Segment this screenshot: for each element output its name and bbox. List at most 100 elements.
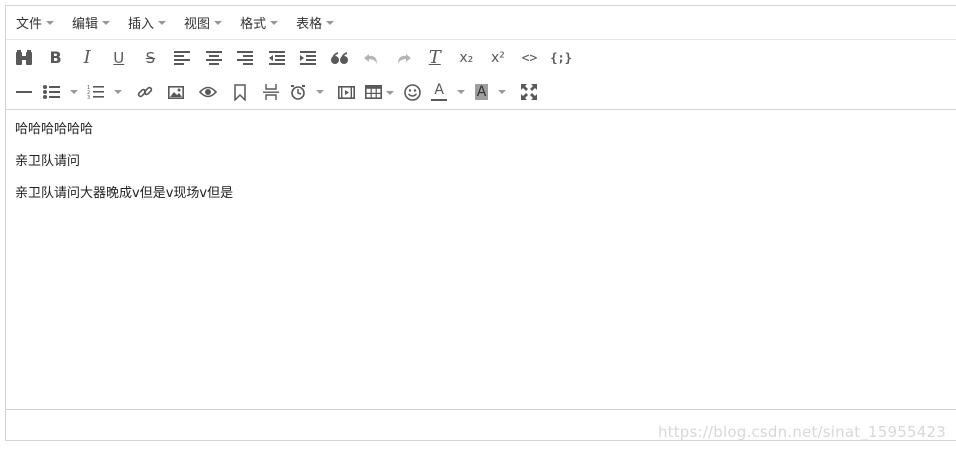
chevron-down-icon <box>214 21 223 25</box>
chevron-down-icon[interactable] <box>315 90 324 94</box>
preview-button[interactable] <box>195 79 221 105</box>
code-icon: <> <box>521 50 538 66</box>
subscript-button[interactable]: x₂ <box>453 45 479 71</box>
blockquote-icon <box>330 51 348 64</box>
menu-file-label: 文件 <box>16 17 43 32</box>
bullet-list-button[interactable] <box>42 79 82 105</box>
align-right-button[interactable] <box>232 45 258 71</box>
code-sample-icon: {;} <box>550 51 572 65</box>
align-center-button[interactable] <box>201 45 227 71</box>
menu-file[interactable]: 文件 <box>10 11 60 35</box>
horizontal-rule-icon <box>16 91 32 93</box>
superscript-button[interactable]: x² <box>485 45 511 71</box>
align-center-icon <box>205 51 222 65</box>
horizontal-rule-button[interactable] <box>11 79 37 105</box>
indent-icon <box>300 51 317 65</box>
undo-icon <box>363 54 377 64</box>
image-icon <box>168 85 185 99</box>
numbered-list-icon: 123 <box>87 85 105 100</box>
fullscreen-button[interactable] <box>516 79 542 105</box>
outdent-icon <box>268 51 285 65</box>
chevron-down-icon[interactable] <box>457 90 466 94</box>
menu-table-label: 表格 <box>296 17 323 32</box>
text-color-button[interactable]: A <box>431 79 469 105</box>
text-color-icon: A <box>434 82 444 98</box>
redo-button[interactable] <box>390 45 416 71</box>
background-color-button[interactable]: A <box>474 79 511 105</box>
menu-insert[interactable]: 插入 <box>122 11 172 35</box>
undo-button[interactable] <box>359 45 385 71</box>
watermark: https://blog.csdn.net/sinat_15955423 <box>657 423 946 441</box>
content-paragraph: 亲卫队请问 <box>15 154 81 169</box>
chevron-down-icon[interactable] <box>114 90 123 94</box>
content-paragraph: 亲卫队请问大器晚成v但是v现场v但是 <box>15 186 234 201</box>
menu-view[interactable]: 视图 <box>178 11 228 35</box>
strikethrough-icon: S <box>145 48 156 67</box>
page-break-icon <box>263 84 280 100</box>
menu-table[interactable]: 表格 <box>290 11 340 35</box>
chevron-down-icon <box>326 21 335 25</box>
svg-text:3: 3 <box>87 95 90 100</box>
menu-view-label: 视图 <box>184 17 211 32</box>
preview-icon <box>198 86 217 98</box>
toolbar-row-2: 123 A A <box>6 75 956 109</box>
clear-formatting-icon: T <box>428 47 441 68</box>
outdent-button[interactable] <box>264 45 290 71</box>
bullet-list-icon <box>42 85 60 99</box>
rich-text-editor: 文件 编辑 插入 视图 格式 表格 B I U S T x₂ x² <> {;}… <box>5 5 956 441</box>
table-icon <box>364 85 382 99</box>
chevron-down-icon[interactable] <box>498 90 507 94</box>
emoticon-icon <box>404 83 421 101</box>
chevron-down-icon <box>270 21 279 25</box>
numbered-list-button[interactable]: 123 <box>87 79 126 105</box>
toolbar-row-1: B I U S T x₂ x² <> {;} <box>6 41 956 75</box>
align-right-icon <box>237 51 254 65</box>
background-color-icon: A <box>474 84 489 100</box>
media-button[interactable] <box>333 79 359 105</box>
underline-button[interactable]: U <box>106 45 132 71</box>
subscript-icon: x₂ <box>459 50 474 66</box>
image-button[interactable] <box>163 79 189 105</box>
media-icon <box>337 85 355 99</box>
italic-button[interactable]: I <box>74 45 100 71</box>
bold-button[interactable]: B <box>43 45 69 71</box>
menu-edit-label: 编辑 <box>72 17 99 32</box>
find-replace-button[interactable] <box>11 45 37 71</box>
link-icon <box>137 86 152 98</box>
clear-formatting-button[interactable]: T <box>422 45 448 71</box>
bookmark-icon <box>233 83 246 101</box>
menubar: 文件 编辑 插入 视图 格式 表格 <box>6 6 956 40</box>
chevron-down-icon[interactable] <box>385 90 394 95</box>
blockquote-button[interactable] <box>327 45 353 71</box>
code-button[interactable]: <> <box>517 45 543 71</box>
menu-insert-label: 插入 <box>128 17 155 32</box>
link-button[interactable] <box>132 79 158 105</box>
time-button[interactable] <box>290 79 328 105</box>
time-icon <box>290 85 305 100</box>
indent-button[interactable] <box>295 45 321 71</box>
bold-icon: B <box>49 48 62 67</box>
fullscreen-icon <box>520 84 537 100</box>
chevron-down-icon <box>158 21 167 25</box>
chevron-down-icon <box>102 21 111 25</box>
menu-format[interactable]: 格式 <box>234 11 284 35</box>
page-break-button[interactable] <box>258 79 284 105</box>
align-left-icon <box>173 51 190 65</box>
text-color-swatch <box>431 99 448 101</box>
superscript-icon: x² <box>490 50 505 66</box>
content-editable-area[interactable]: 哈哈哈哈哈哈 亲卫队请问 亲卫队请问大器晚成v但是v现场v但是 <box>6 109 956 411</box>
menu-edit[interactable]: 编辑 <box>66 11 116 35</box>
redo-icon <box>398 54 412 64</box>
menu-format-label: 格式 <box>240 17 267 32</box>
code-sample-button[interactable]: {;} <box>548 45 574 71</box>
table-button[interactable] <box>364 79 394 105</box>
chevron-down-icon <box>46 21 55 25</box>
bookmark-button[interactable] <box>227 79 253 105</box>
content-paragraph: 哈哈哈哈哈哈 <box>15 122 94 137</box>
align-left-button[interactable] <box>169 45 195 71</box>
italic-icon: I <box>83 47 91 68</box>
strikethrough-button[interactable]: S <box>137 45 163 71</box>
emoticon-button[interactable] <box>400 79 426 105</box>
chevron-down-icon[interactable] <box>69 90 78 94</box>
underline-icon: U <box>113 48 125 67</box>
